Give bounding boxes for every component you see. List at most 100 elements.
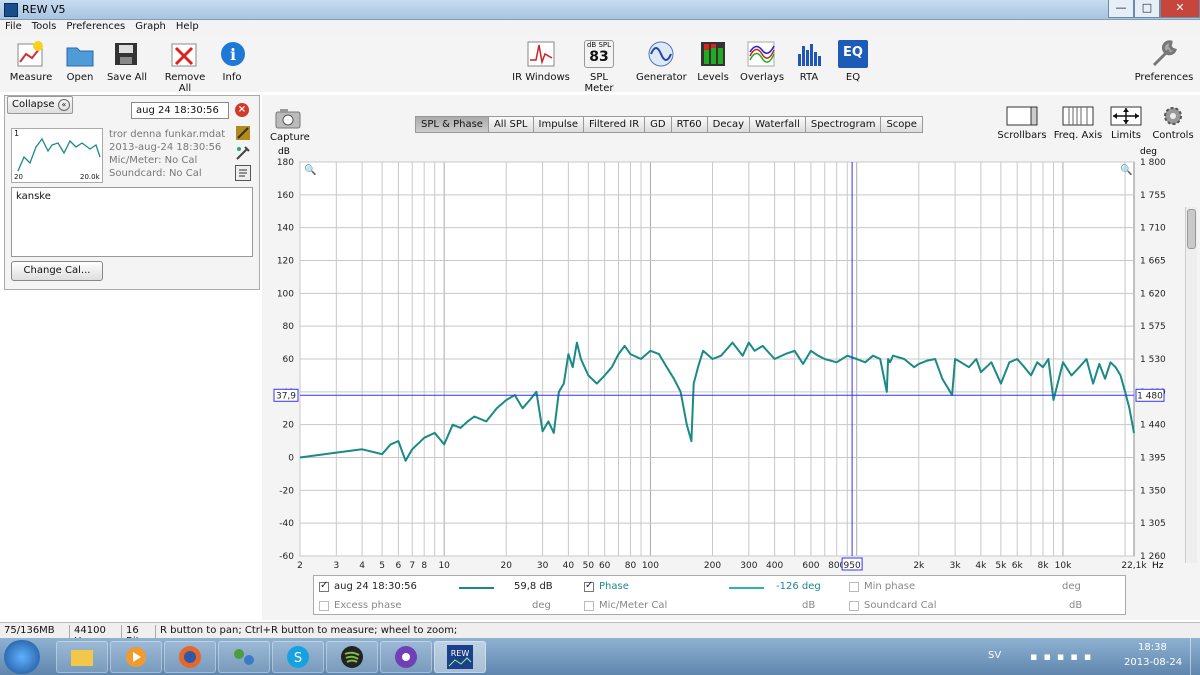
x-tick-label: 300	[740, 561, 757, 571]
legend-panel: aug 24 18:30:56 59,8 dB Phase -126 deg M…	[313, 575, 1126, 615]
info-icon: i	[218, 40, 248, 68]
y-tick-label: -20	[279, 486, 294, 496]
task-firefox-icon[interactable]	[164, 641, 216, 673]
language-indicator[interactable]: SV	[988, 650, 1001, 661]
ir-windows-icon	[526, 40, 556, 68]
cursor-y-label: 37,9	[276, 391, 296, 401]
menu-file[interactable]: File	[0, 20, 27, 36]
y2-tick-label: 1 710	[1140, 224, 1166, 234]
legend-checkbox-measurement[interactable]	[319, 580, 329, 592]
measurement-name-field[interactable]: aug 24 18:30:56	[131, 102, 229, 119]
levels-button[interactable]: Levels	[696, 40, 730, 83]
task-explorer-icon[interactable]	[56, 641, 108, 673]
spl-meter-icon: dB SPL 83	[584, 40, 614, 68]
window-title: REW V5	[22, 3, 66, 16]
legend-checkbox-excess-phase[interactable]	[319, 601, 329, 611]
rta-button[interactable]: RTA	[794, 40, 824, 83]
y2-tick-label: 1 350	[1140, 486, 1166, 496]
vertical-scrollbar[interactable]	[1185, 207, 1197, 563]
y2-tick-label: 1 530	[1140, 355, 1166, 365]
menu-help[interactable]: Help	[171, 20, 204, 36]
menu-tools[interactable]: Tools	[27, 20, 62, 36]
save-icon	[112, 40, 142, 68]
clock-time[interactable]: 18:38	[1138, 642, 1167, 653]
y-tick-label: 0	[288, 454, 294, 464]
clock-date[interactable]: 2013-08-24	[1124, 657, 1182, 668]
save-all-button[interactable]: Save All	[106, 40, 148, 83]
x-tick-label: 400	[766, 561, 783, 571]
remove-measurement-icon[interactable]: ×	[235, 103, 249, 117]
zoom-in-icon-left[interactable]: 🔍	[304, 165, 316, 176]
y-tick-label: 80	[283, 322, 295, 332]
folder-icon	[65, 40, 95, 68]
color-icon[interactable]	[235, 125, 251, 141]
task-spotify-icon[interactable]	[326, 641, 378, 673]
change-cal-button[interactable]: Change Cal...	[11, 261, 103, 281]
notes-icon[interactable]	[235, 165, 251, 181]
y2-tick-label: 1 620	[1140, 289, 1166, 299]
legend-min-phase-value: deg	[1062, 581, 1081, 592]
scrollbar-thumb[interactable]	[1187, 209, 1196, 249]
status-samplerate: 44100 Hz	[70, 625, 122, 647]
task-skype-icon[interactable]: S	[272, 641, 324, 673]
y-tick-label: 160	[277, 191, 294, 201]
status-bitdepth: 16 Bit	[122, 625, 156, 647]
spl-phase-chart[interactable]: 180 1 800160 1 755140 1 710120 1 665100 1 620…	[262, 95, 1200, 575]
maximize-button[interactable]: □	[1134, 0, 1160, 18]
open-button[interactable]: Open	[62, 40, 98, 83]
y-tick-label: 20	[283, 421, 295, 431]
task-itunes-icon[interactable]	[380, 641, 432, 673]
x-tick-label: 3	[333, 561, 339, 571]
measurement-panel: Collapse « aug 24 18:30:56 × 1 20 20.0k …	[4, 95, 260, 290]
y2-tick-label: 1 800	[1140, 158, 1166, 168]
measurement-thumbnail[interactable]: 1 20 20.0k	[11, 128, 103, 183]
preferences-button[interactable]: Preferences	[1134, 40, 1194, 83]
start-button[interactable]	[4, 640, 40, 674]
y-axis-label: dB	[278, 147, 290, 157]
zoom-in-icon-right[interactable]: 🔍	[1120, 165, 1132, 176]
app-icon	[4, 3, 18, 17]
notes-area[interactable]: kanske	[11, 187, 253, 257]
task-rew-icon[interactable]: REW	[434, 641, 486, 673]
y2-tick-label: 1 755	[1140, 191, 1166, 201]
y2-tick-label: 1 395	[1140, 454, 1166, 464]
ir-windows-button[interactable]: IR Windows	[512, 40, 570, 83]
measure-button[interactable]: Measure	[8, 40, 54, 83]
show-desktop-button[interactable]	[1190, 638, 1200, 675]
y2-tick-label: 1 575	[1140, 322, 1166, 332]
close-icon: ✕	[1175, 1, 1185, 14]
svg-text:REW: REW	[451, 649, 470, 658]
edit-icon[interactable]	[235, 145, 251, 161]
tray-icons[interactable]: ▪▪▪▪▪	[1030, 650, 1110, 664]
eq-button[interactable]: EQ EQ	[838, 40, 868, 83]
menu-preferences[interactable]: Preferences	[61, 20, 130, 36]
legend-spl-value: 59,8 dB	[514, 581, 553, 592]
legend-phase-label: Phase	[599, 581, 629, 592]
x-tick-label: 200	[704, 561, 721, 571]
minimize-button[interactable]: —	[1108, 0, 1134, 18]
legend-checkbox-mic-cal[interactable]	[584, 601, 594, 611]
menu-graph[interactable]: Graph	[130, 20, 171, 36]
rta-icon	[794, 40, 824, 68]
generator-button[interactable]: Generator	[636, 40, 687, 83]
measure-icon	[16, 40, 46, 68]
y-tick-label: 100	[277, 289, 294, 299]
legend-checkbox-soundcard-cal[interactable]	[849, 601, 859, 611]
task-media-player-icon[interactable]	[110, 641, 162, 673]
legend-checkbox-min-phase[interactable]	[849, 582, 859, 592]
remove-all-button[interactable]: Remove All	[158, 40, 212, 94]
y2-tick-label: 1 305	[1140, 519, 1166, 529]
task-network-icon[interactable]	[218, 641, 270, 673]
spl-meter-button[interactable]: dB SPL 83 SPL Meter	[576, 40, 622, 94]
legend-soundcard-cal-label: Soundcard Cal	[864, 600, 937, 611]
maximize-icon: □	[1141, 1, 1153, 14]
info-button[interactable]: i Info	[218, 40, 246, 83]
generator-icon	[646, 40, 676, 68]
legend-line-spl	[459, 587, 494, 589]
close-window-button[interactable]: ✕	[1160, 0, 1200, 18]
x-tick-label: 2k	[913, 561, 925, 571]
svg-text:i: i	[230, 45, 236, 64]
collapse-button[interactable]: Collapse «	[7, 96, 73, 114]
legend-checkbox-phase[interactable]	[584, 580, 594, 592]
overlays-button[interactable]: Overlays	[740, 40, 784, 83]
